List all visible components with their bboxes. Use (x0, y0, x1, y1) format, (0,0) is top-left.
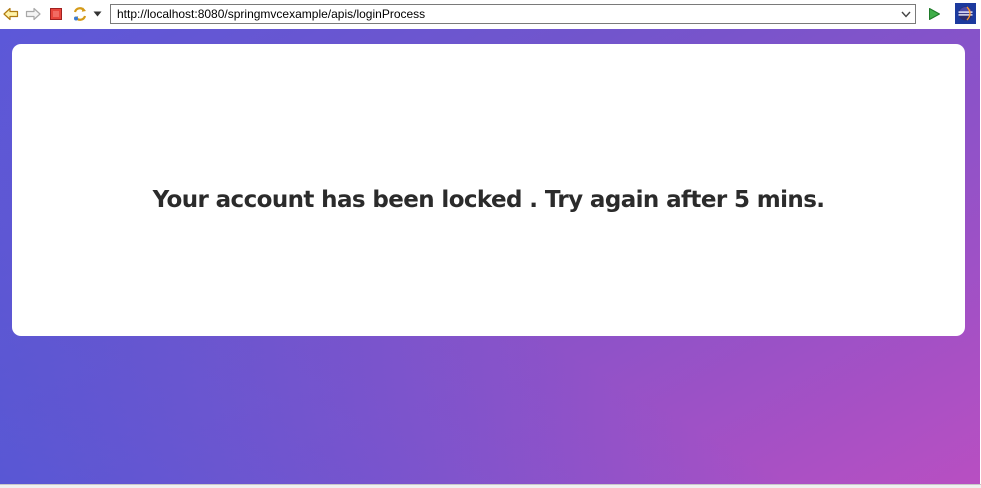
go-play-icon (929, 8, 940, 20)
eclipse-logo-icon (958, 6, 973, 21)
url-dropdown-button[interactable] (897, 5, 915, 23)
page-viewport: Your account has been locked . Try again… (0, 29, 980, 484)
account-locked-message: Your account has been locked . Try again… (152, 187, 825, 213)
browser-toolbar: http://localhost:8080/springmvcexample/a… (0, 0, 981, 29)
refresh-button[interactable] (70, 4, 90, 24)
status-bar (0, 484, 981, 488)
stop-button[interactable] (46, 4, 66, 24)
chevron-down-icon (93, 11, 101, 17)
app-logo-button[interactable] (955, 3, 976, 24)
stop-icon (50, 8, 62, 20)
forward-arrow-icon (25, 7, 41, 21)
forward-button[interactable] (23, 4, 43, 24)
address-bar[interactable]: http://localhost:8080/springmvcexample/a… (110, 4, 916, 24)
refresh-dropdown-button[interactable] (90, 4, 104, 24)
back-arrow-icon (3, 7, 19, 21)
url-input[interactable]: http://localhost:8080/springmvcexample/a… (111, 7, 897, 21)
refresh-icon (73, 7, 87, 21)
go-button[interactable] (924, 4, 944, 24)
back-button[interactable] (1, 4, 21, 24)
chevron-down-icon (901, 11, 911, 18)
message-card: Your account has been locked . Try again… (12, 44, 965, 336)
